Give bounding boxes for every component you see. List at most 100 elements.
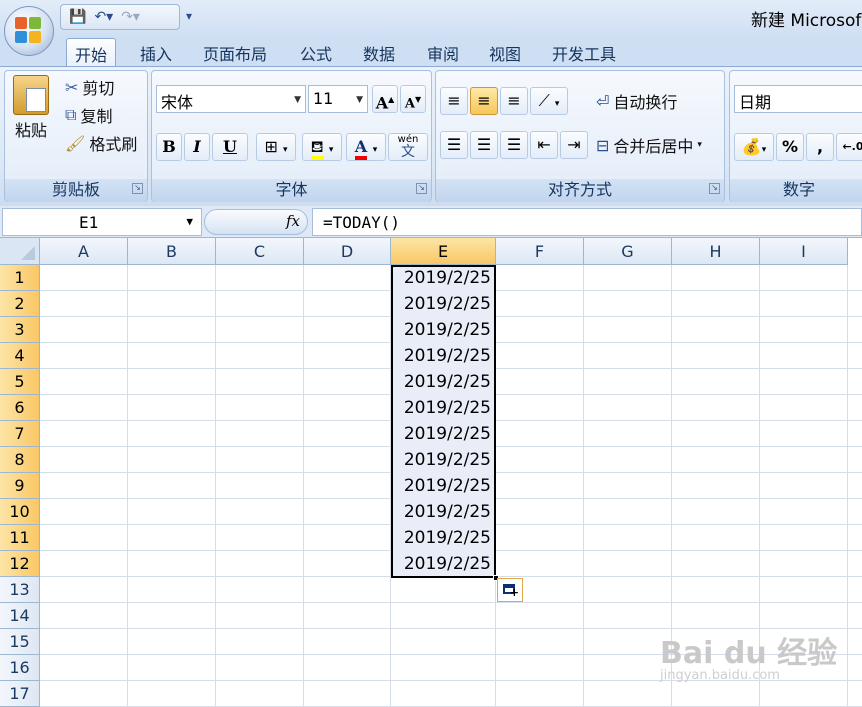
- cell-e12[interactable]: 2019/2/25: [393, 551, 494, 577]
- increase-indent-button[interactable]: ⇥: [560, 131, 588, 159]
- align-left-button[interactable]: ☰: [440, 131, 468, 159]
- font-name-select[interactable]: 宋体 ▼: [156, 85, 306, 113]
- orientation-button[interactable]: ⟋ ▾: [530, 87, 568, 115]
- column-header-h[interactable]: H: [672, 238, 760, 265]
- fill-color-button[interactable]: ⛾ ▾: [302, 133, 342, 161]
- tab-formulas[interactable]: 公式: [292, 38, 340, 66]
- row-header-6[interactable]: 6: [0, 395, 40, 421]
- increase-indent-icon: ⇥: [567, 135, 581, 154]
- cell-e9[interactable]: 2019/2/25: [393, 473, 494, 499]
- decrease-indent-button[interactable]: ⇤: [530, 131, 558, 159]
- alignment-group-label: 对齐方式: [436, 179, 724, 202]
- name-box[interactable]: E1 ▼: [2, 208, 202, 236]
- cell-e5[interactable]: 2019/2/25: [393, 369, 494, 395]
- cell-e7[interactable]: 2019/2/25: [393, 421, 494, 447]
- align-bottom-icon: ≡: [507, 91, 521, 110]
- row-header-12[interactable]: 12: [0, 551, 40, 577]
- borders-button[interactable]: ⊞ ▾: [256, 133, 296, 161]
- font-size-select[interactable]: 11 ▼: [308, 85, 368, 113]
- merge-center-button[interactable]: ⊟ 合并后居中 ▾: [596, 133, 702, 157]
- font-color-button[interactable]: A ▾: [346, 133, 386, 161]
- cell-e4[interactable]: 2019/2/25: [393, 343, 494, 369]
- clipboard-launcher-icon[interactable]: ↘: [132, 183, 143, 194]
- row-header-10[interactable]: 10: [0, 499, 40, 525]
- row-header-7[interactable]: 7: [0, 421, 40, 447]
- save-icon[interactable]: 💾: [69, 9, 86, 25]
- percent-button[interactable]: %: [776, 133, 804, 161]
- formula-input[interactable]: =TODAY(): [312, 208, 862, 236]
- row-header-5[interactable]: 5: [0, 369, 40, 395]
- paste-button[interactable]: 粘贴: [13, 75, 49, 141]
- row-header-16[interactable]: 16: [0, 655, 40, 681]
- number-format-select[interactable]: 日期: [734, 85, 862, 113]
- column-header-d[interactable]: D: [304, 238, 391, 265]
- font-launcher-icon[interactable]: ↘: [416, 183, 427, 194]
- cell-e10[interactable]: 2019/2/25: [393, 499, 494, 525]
- select-all-button[interactable]: [0, 238, 40, 265]
- column-header-f[interactable]: F: [496, 238, 584, 265]
- tab-data[interactable]: 数据: [355, 38, 403, 66]
- align-center-button[interactable]: ☰: [470, 131, 498, 159]
- row-header-2[interactable]: 2: [0, 291, 40, 317]
- customize-qat-icon[interactable]: ▾: [186, 9, 192, 23]
- undo-icon[interactable]: ↶▾: [94, 9, 113, 25]
- tab-review[interactable]: 审阅: [419, 38, 467, 66]
- comma-button[interactable]: ,: [806, 133, 834, 161]
- grow-font-button[interactable]: A▲: [372, 85, 398, 113]
- row-header-15[interactable]: 15: [0, 629, 40, 655]
- tab-home[interactable]: 开始: [66, 38, 117, 66]
- row-header-14[interactable]: 14: [0, 603, 40, 629]
- chevron-down-icon[interactable]: ▼: [186, 215, 193, 228]
- cell-e2[interactable]: 2019/2/25: [393, 291, 494, 317]
- align-middle-button[interactable]: ≡: [470, 87, 498, 115]
- gridline: [40, 602, 862, 603]
- column-header-i[interactable]: I: [760, 238, 848, 265]
- column-header-a[interactable]: A: [40, 238, 128, 265]
- row-header-8[interactable]: 8: [0, 447, 40, 473]
- row-header-13[interactable]: 13: [0, 577, 40, 603]
- copy-button[interactable]: ⧉ 复制: [65, 103, 112, 127]
- shrink-font-button[interactable]: A▼: [400, 85, 426, 113]
- row-header-11[interactable]: 11: [0, 525, 40, 551]
- align-right-button[interactable]: ☰: [500, 131, 528, 159]
- watermark-url: jingyan.baidu.com: [660, 668, 780, 683]
- cell-e3[interactable]: 2019/2/25: [393, 317, 494, 343]
- phonetic-button[interactable]: wén 文: [388, 133, 428, 161]
- redo-icon[interactable]: ↷▾: [121, 9, 140, 25]
- align-top-button[interactable]: ≡: [440, 87, 468, 115]
- row-header-9[interactable]: 9: [0, 473, 40, 499]
- alignment-group: ≡ ≡ ≡ ⟋ ▾ ⏎ 自动换行 ☰ ☰ ☰ ⇤ ⇥ ⊟ 合并后居中 ▾ 对齐方…: [435, 70, 725, 202]
- currency-button[interactable]: 💰▾: [734, 133, 774, 161]
- gridline: [847, 265, 848, 706]
- align-bottom-button[interactable]: ≡: [500, 87, 528, 115]
- cell-e6[interactable]: 2019/2/25: [393, 395, 494, 421]
- bold-button[interactable]: B: [156, 133, 182, 161]
- column-header-e[interactable]: E: [391, 238, 496, 265]
- row-header-17[interactable]: 17: [0, 681, 40, 707]
- tab-view[interactable]: 视图: [481, 38, 529, 66]
- cell-e8[interactable]: 2019/2/25: [393, 447, 494, 473]
- autofill-options-button[interactable]: +: [497, 578, 523, 602]
- alignment-launcher-icon[interactable]: ↘: [709, 183, 720, 194]
- tab-insert[interactable]: 插入: [132, 38, 180, 66]
- column-header-b[interactable]: B: [128, 238, 216, 265]
- format-painter-button[interactable]: 🖌 格式刷: [65, 131, 137, 155]
- underline-button[interactable]: U: [212, 133, 248, 161]
- row-header-4[interactable]: 4: [0, 343, 40, 369]
- increase-decimal-button[interactable]: ←.0: [836, 133, 862, 161]
- row-header-1[interactable]: 1: [0, 265, 40, 291]
- tab-developer[interactable]: 开发工具: [544, 38, 624, 66]
- row-header-3[interactable]: 3: [0, 317, 40, 343]
- cell-e1[interactable]: 2019/2/25: [393, 265, 494, 291]
- wrap-text-button[interactable]: ⏎ 自动换行: [596, 89, 677, 113]
- column-header-c[interactable]: C: [216, 238, 304, 265]
- currency-icon: 💰: [741, 137, 762, 156]
- fx-icon[interactable]: fx: [286, 212, 300, 230]
- fill-bucket-icon: ⛾: [310, 137, 324, 160]
- cut-button[interactable]: ✂ 剪切: [65, 75, 114, 99]
- office-button[interactable]: [4, 6, 54, 56]
- italic-button[interactable]: I: [184, 133, 210, 161]
- column-header-g[interactable]: G: [584, 238, 672, 265]
- tab-page-layout[interactable]: 页面布局: [195, 38, 275, 66]
- cell-e11[interactable]: 2019/2/25: [393, 525, 494, 551]
